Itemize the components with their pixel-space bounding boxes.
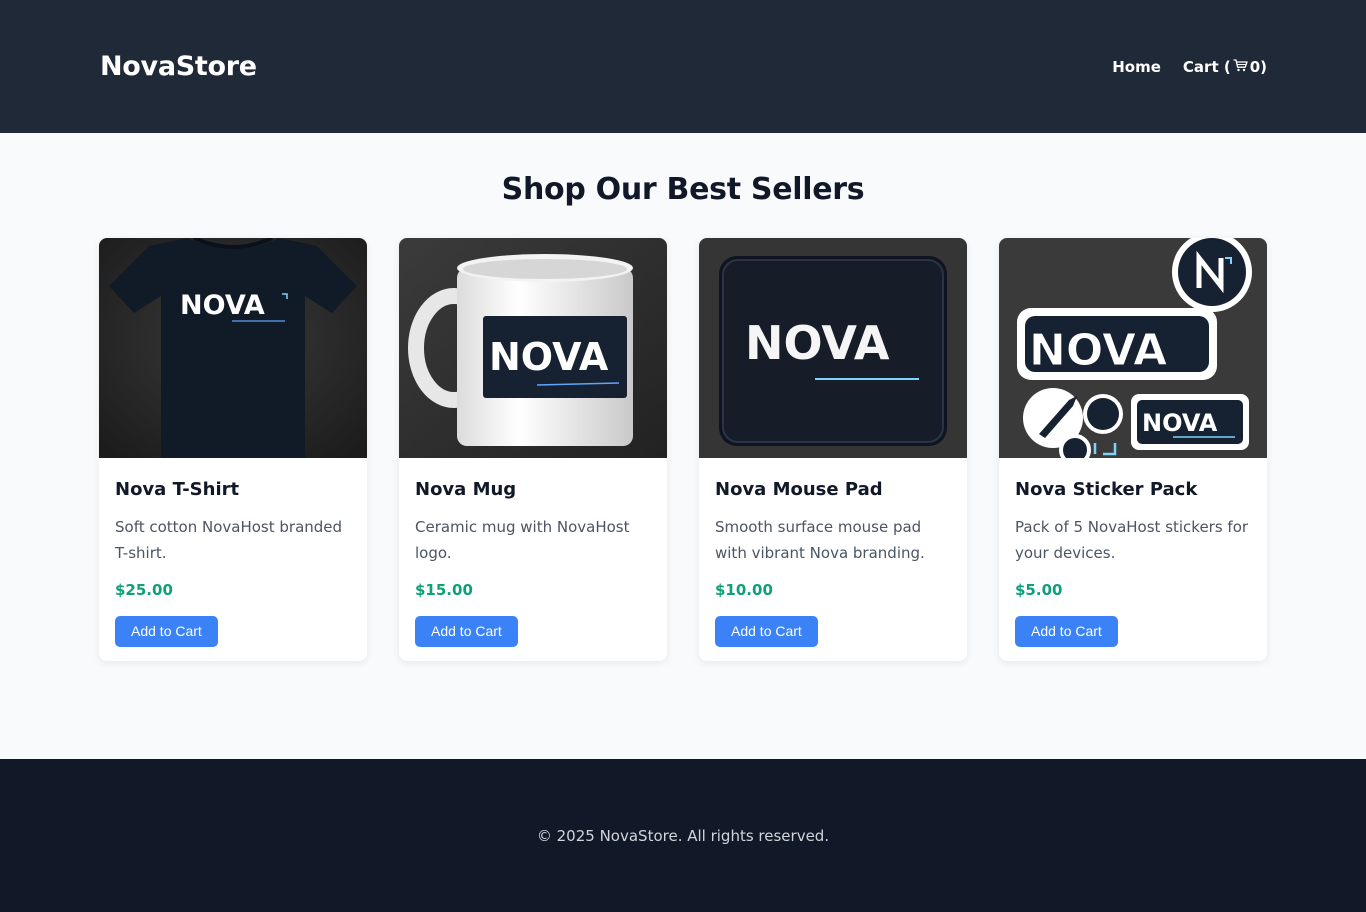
product-grid: NOVA Nova T-Shirt Soft cotton NovaHost b…: [0, 238, 1366, 661]
product-description: Ceramic mug with NovaHost logo.: [415, 518, 630, 562]
add-to-cart-button[interactable]: Add to Cart: [415, 616, 518, 647]
page-title: Shop Our Best Sellers: [501, 172, 865, 207]
product-description: Pack of 5 NovaHost stickers for your dev…: [1015, 518, 1249, 562]
add-to-cart-button[interactable]: Add to Cart: [1015, 616, 1118, 647]
site-logo[interactable]: NovaStore: [100, 51, 257, 82]
site-footer: © 2025 NovaStore. All rights reserved.: [0, 759, 1366, 912]
product-info: Nova T-Shirt Soft cotton NovaHost brande…: [99, 458, 367, 661]
product-card: NOVA Nova Mug Ceramic mug with NovaHost …: [399, 238, 667, 661]
product-info: Nova Mug Ceramic mug with NovaHost logo.…: [399, 458, 667, 661]
product-name: Nova Sticker Pack: [1015, 479, 1198, 500]
sticker-small-print-text: NOVA: [1142, 409, 1218, 437]
cart-label-suffix: ): [1260, 57, 1267, 76]
site-header: NovaStore Home Cart ( 0 ): [0, 0, 1366, 133]
product-card: NOVA Nova T-Shirt Soft cotton NovaHost b…: [99, 238, 367, 661]
product-price: $15.00: [415, 581, 473, 599]
add-to-cart-button[interactable]: Add to Cart: [715, 616, 818, 647]
main-nav: Home Cart ( 0 ): [1112, 58, 1267, 76]
copyright-text: © 2025 NovaStore. All rights reserved.: [536, 826, 830, 845]
nav-home-link[interactable]: Home: [1112, 58, 1161, 76]
tshirt-print-text: NOVA: [180, 290, 265, 321]
nav-cart-link[interactable]: Cart ( 0 ): [1183, 58, 1267, 76]
product-info: Nova Mouse Pad Smooth surface mouse pad …: [699, 458, 967, 661]
product-price: $25.00: [115, 581, 173, 599]
product-image-mug[interactable]: NOVA: [399, 238, 667, 458]
product-price: $5.00: [1015, 581, 1063, 599]
cart-label: Cart (: [1182, 57, 1231, 76]
product-info: Nova Sticker Pack Pack of 5 NovaHost sti…: [999, 458, 1267, 661]
sticker-print-text: NOVA: [1029, 325, 1167, 376]
add-to-cart-button[interactable]: Add to Cart: [115, 616, 218, 647]
mousepad-print-text: NOVA: [745, 316, 890, 370]
product-card: NOVA NOVA Nova Sticker Pack Pack of 5 No…: [999, 238, 1267, 661]
product-name: Nova Mug: [415, 479, 517, 500]
product-description: Smooth surface mouse pad with vibrant No…: [715, 518, 925, 562]
product-image-stickers[interactable]: NOVA NOVA: [999, 238, 1267, 458]
product-card: NOVA Nova Mouse Pad Smooth surface mouse…: [699, 238, 967, 661]
product-image-mousepad[interactable]: NOVA: [699, 238, 967, 458]
cart-count: 0: [1249, 57, 1261, 76]
main-content: Shop Our Best Sellers NOVA Nova T-Shirt …: [0, 133, 1366, 759]
mug-print-text: NOVA: [489, 335, 609, 379]
product-name: Nova T-Shirt: [115, 479, 240, 500]
product-image-tshirt[interactable]: NOVA: [99, 238, 367, 458]
cart-icon: [1233, 58, 1248, 76]
product-description: Soft cotton NovaHost branded T-shirt.: [115, 518, 343, 562]
product-name: Nova Mouse Pad: [715, 479, 883, 500]
product-price: $10.00: [715, 581, 773, 599]
